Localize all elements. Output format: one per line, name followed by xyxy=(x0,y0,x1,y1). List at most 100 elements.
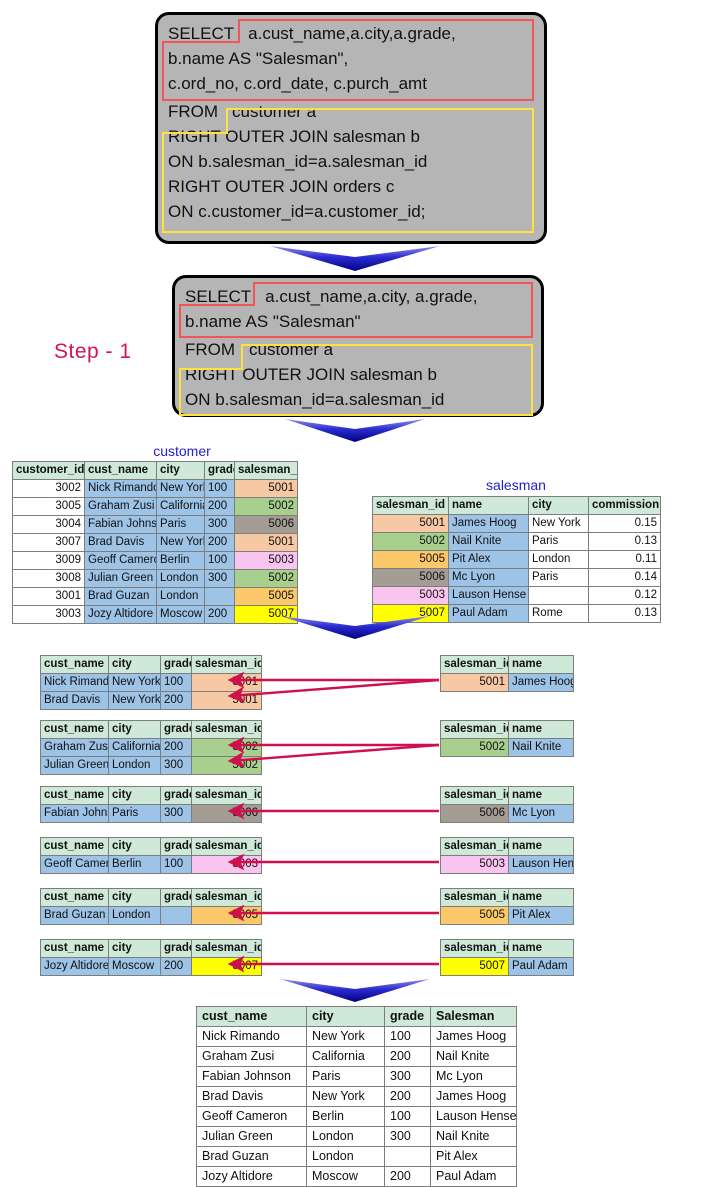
table-cell: 300 xyxy=(384,1066,431,1087)
table-cell: 200 xyxy=(384,1086,431,1107)
table-cell: James Hoog xyxy=(508,673,574,692)
table-header-row: salesman_id name xyxy=(440,888,574,907)
table-cell: 5003 xyxy=(440,855,509,874)
table-row: 3009Geoff CameronBerlin1005003 xyxy=(12,551,298,570)
table-row: 3001 Brad Guzan London 5005 xyxy=(12,587,298,606)
table-cell: 3001 xyxy=(12,587,85,606)
column-header: grade xyxy=(384,1006,431,1027)
sql-line: FROM customer a xyxy=(166,96,536,124)
table-cell: Brad Guzan xyxy=(40,906,109,925)
table-cell: 0.14 xyxy=(588,568,661,587)
table-cell: 100 xyxy=(384,1106,431,1127)
table-row: Brad Guzan London Pit Alex xyxy=(196,1146,517,1167)
table-cell: Graham Zusi xyxy=(84,497,157,516)
table-cell: New York xyxy=(528,514,589,533)
customer-table-title: customer xyxy=(153,443,211,459)
table-cell: 5005 xyxy=(440,906,509,925)
table-row: Fabian JohnsonParis3005006 xyxy=(40,804,262,823)
table-cell xyxy=(204,587,235,606)
column-header: salesman_id xyxy=(372,496,449,515)
table-header-row: customer_id cust_name city grade salesma… xyxy=(12,461,298,480)
column-header: cust_name xyxy=(40,837,109,856)
table-cell: Brad Guzan xyxy=(84,587,157,606)
table-cell: London xyxy=(156,569,205,588)
table-row: Jozy Altidore Moscow 200 5007 xyxy=(40,957,262,976)
table-cell: 3002 xyxy=(12,479,85,498)
table-cell: Moscow xyxy=(108,957,161,976)
table-cell: Julian Green xyxy=(84,569,157,588)
table-cell: 5007 xyxy=(440,957,509,976)
join-right-table: salesman_id name 5005 Pit Alex xyxy=(440,888,574,925)
table-cell: Pit Alex xyxy=(430,1146,517,1167)
sql-text: customer a xyxy=(249,340,334,359)
table-row: Graham Zusi California 200 5002 xyxy=(40,738,262,757)
table-row: 5003Lauson Hense xyxy=(440,855,574,874)
sql-keyword: FROM xyxy=(168,102,219,121)
table-row: 3003 Jozy Altidore Moscow 200 5007 xyxy=(12,605,298,624)
table-cell: 3004 xyxy=(12,515,85,534)
join-right-table: salesman_id name 5006 Mc Lyon xyxy=(440,786,574,823)
column-header: customer_id xyxy=(12,461,85,480)
sql-line: SELECT a.cust_name,a.city,a.grade, xyxy=(166,21,536,46)
column-header: grade xyxy=(160,655,192,674)
table-cell xyxy=(160,906,192,925)
table-cell: 300 xyxy=(160,804,192,823)
table-header-row: cust_namecitygradesalesman_id xyxy=(40,720,262,739)
sql-line: FROM customer a xyxy=(183,334,533,362)
table-cell: 5002 xyxy=(440,738,509,757)
table-cell: 5003 xyxy=(234,551,298,570)
join-right-table: salesman_idname5003Lauson Hense xyxy=(440,837,574,874)
column-header: city xyxy=(528,496,589,515)
table-cell: 200 xyxy=(160,957,192,976)
table-cell: Mc Lyon xyxy=(430,1066,517,1087)
table-row: 5001 James Hoog xyxy=(440,673,574,692)
table-cell: 0.11 xyxy=(588,550,661,569)
table-cell: Paris xyxy=(528,568,589,587)
join-left-table: cust_namecitygradesalesman_idNick Rimand… xyxy=(40,655,262,710)
sql-line: b.name AS "Salesman", xyxy=(166,46,536,71)
table-row: Fabian Johnson Paris 300 Mc Lyon xyxy=(196,1066,517,1087)
table-cell: Nick Rimando xyxy=(40,673,109,692)
sql-text: ON c.customer_id=a.customer_id; xyxy=(168,202,426,221)
table-cell: Julian Green xyxy=(40,756,109,775)
table-cell: Julian Green xyxy=(196,1126,307,1147)
column-header: salesman_id xyxy=(191,837,262,856)
result-table: cust_name city grade Salesman Nick Riman… xyxy=(196,1006,517,1187)
column-header: city xyxy=(108,720,161,739)
table-cell: 3003 xyxy=(12,605,85,624)
table-cell: 3008 xyxy=(12,569,85,588)
table-cell: Brad Davis xyxy=(196,1086,307,1107)
column-header: salesman_id xyxy=(191,888,262,907)
flow-arrow-down-icon xyxy=(280,614,430,642)
salesman-table: salesman_id name city commission 5001 Jam… xyxy=(372,496,661,623)
column-header: cust_name xyxy=(84,461,157,480)
table-cell: 200 xyxy=(160,691,192,710)
table-cell: 200 xyxy=(204,605,235,624)
table-cell: Nick Rimando xyxy=(84,479,157,498)
table-cell: Mc Lyon xyxy=(508,804,574,823)
table-cell: 200 xyxy=(160,738,192,757)
column-header: salesman_id xyxy=(191,786,262,805)
table-cell: 5005 xyxy=(372,550,449,569)
table-row: Geoff CameronBerlin1005003 xyxy=(40,855,262,874)
sql-text: RIGHT OUTER JOIN salesman b xyxy=(168,127,420,146)
table-cell: Moscow xyxy=(156,605,205,624)
table-cell: 5002 xyxy=(234,569,298,588)
diagram-canvas: SELECT a.cust_name,a.city,a.grade, b.name… xyxy=(0,0,702,1187)
table-cell: 300 xyxy=(384,1126,431,1147)
table-cell: James Hoog xyxy=(430,1026,517,1047)
table-cell: 3009 xyxy=(12,551,85,570)
table-cell: Lauson Hense xyxy=(508,855,574,874)
table-cell: 0.13 xyxy=(588,532,661,551)
column-header: salesman_id xyxy=(234,461,298,480)
table-cell: 5006 xyxy=(191,804,262,823)
column-header: grade xyxy=(160,786,192,805)
column-header: cust_name xyxy=(40,939,109,958)
table-cell: 5006 xyxy=(440,804,509,823)
column-header: name xyxy=(508,939,574,958)
sql-line: c.ord_no, c.ord_date, c.purch_amt xyxy=(166,71,536,96)
table-cell: London xyxy=(108,756,161,775)
table-row: 5005 Pit Alex xyxy=(440,906,574,925)
table-cell: Pit Alex xyxy=(448,550,529,569)
table-cell: Lauson Hense xyxy=(430,1106,517,1127)
